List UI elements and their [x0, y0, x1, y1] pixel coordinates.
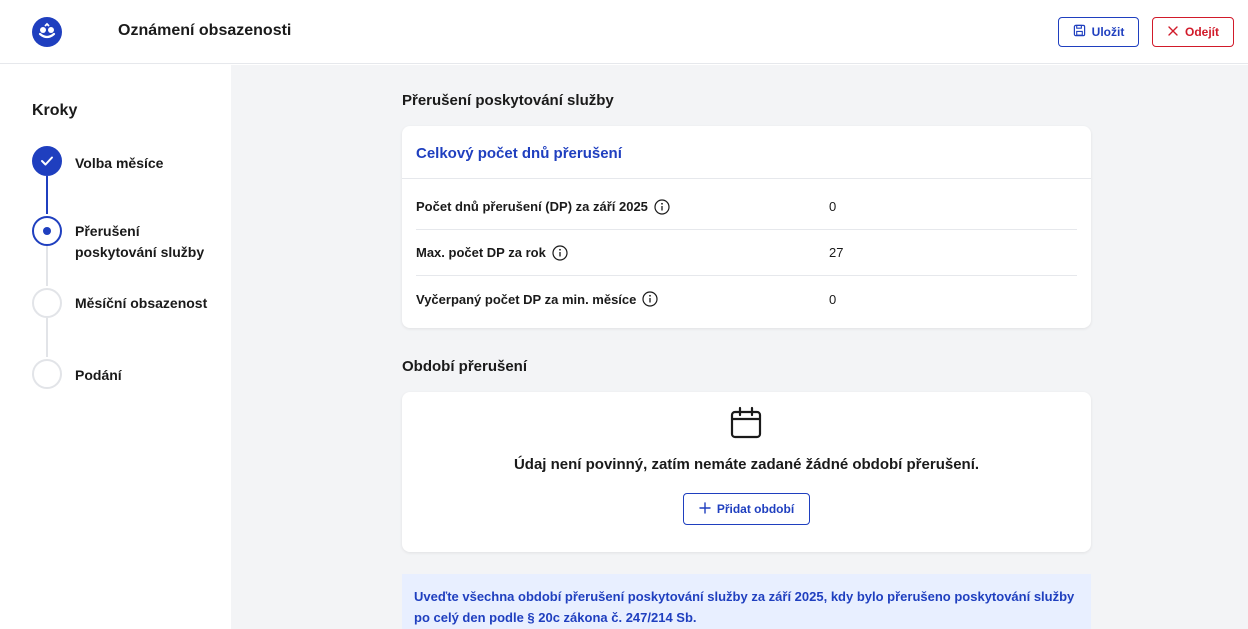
- step-preruseni[interactable]: Přerušení poskytování služby: [75, 221, 225, 263]
- save-label: Uložit: [1091, 25, 1125, 39]
- exit-label: Odejít: [1184, 25, 1219, 39]
- step-current-icon: [32, 216, 62, 246]
- step-mesicni-obsazenost[interactable]: Měsíční obsazenost: [75, 293, 225, 314]
- step-podani[interactable]: Podání: [75, 365, 225, 386]
- step-pending-icon: [32, 359, 62, 389]
- add-period-button[interactable]: Přidat období: [683, 493, 810, 525]
- app-title: Oznámení obsazenosti: [118, 22, 292, 39]
- exit-button[interactable]: Odejít: [1152, 17, 1234, 47]
- step-connector: [46, 246, 48, 286]
- section-title-preruseni: Přerušení poskytování služby: [402, 92, 614, 109]
- step-volba-mesice[interactable]: Volba měsíce: [75, 153, 225, 174]
- summary-card: Celkový počet dnů přerušení Počet dnů př…: [402, 126, 1091, 328]
- empty-state-text: Údaj není povinný, zatím nemáte zadané ž…: [513, 456, 980, 473]
- app-header: Oznámení obsazenosti Uložit Odejít: [0, 0, 1248, 64]
- empty-state-card: Údaj není povinný, zatím nemáte zadané ž…: [402, 392, 1091, 552]
- row-label: Max. počet DP za rok: [416, 245, 546, 260]
- row-label: Počet dnů přerušení (DP) za září 2025: [416, 199, 648, 214]
- info-icon[interactable]: [552, 244, 568, 261]
- step-pending-icon: [32, 288, 62, 318]
- row-value: 27: [829, 245, 844, 260]
- logo-icon: [32, 17, 62, 47]
- close-icon: [1167, 25, 1179, 40]
- main-content: Přerušení poskytování služby Celkový poč…: [231, 65, 1248, 629]
- plus-icon: [699, 501, 711, 517]
- summary-row: Max. počet DP za rok 27: [416, 230, 1077, 276]
- section-title-obdobi: Období přerušení: [402, 358, 528, 375]
- calendar-icon: [729, 406, 763, 445]
- info-icon[interactable]: [654, 198, 670, 215]
- row-value: 0: [829, 291, 837, 307]
- info-icon[interactable]: [642, 291, 658, 307]
- save-icon: [1073, 24, 1086, 40]
- step-connector: [46, 176, 48, 214]
- step-connector: [46, 318, 48, 357]
- step-done-icon: [32, 146, 62, 176]
- row-label: Vyčerpaný počet DP za min. měsíce: [416, 291, 637, 307]
- steps-sidebar: Kroky Volba měsíce Přerušení poskytování…: [0, 65, 231, 629]
- save-button[interactable]: Uložit: [1058, 17, 1139, 47]
- add-period-label: Přidat období: [716, 502, 795, 516]
- summary-row: Vyčerpaný počet DP za min. měsíce 0: [416, 276, 1077, 322]
- summary-row: Počet dnů přerušení (DP) za září 2025 0: [416, 184, 1077, 230]
- info-notice: Uveďte všechna období přerušení poskytov…: [402, 574, 1091, 629]
- steps-title: Kroky: [32, 102, 78, 119]
- row-value: 0: [829, 199, 837, 214]
- summary-card-heading: Celkový počet dnů přerušení: [402, 126, 1091, 179]
